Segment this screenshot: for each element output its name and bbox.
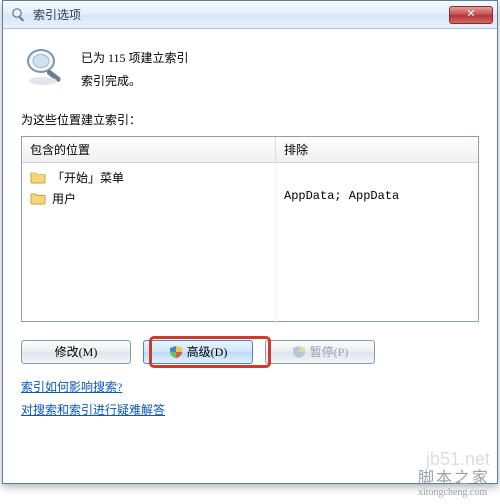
button-row: 修改(M) 高级(D) 暂停(P)	[21, 340, 479, 364]
close-button[interactable]: ✕	[449, 6, 493, 24]
link-how-indexing-affects-search[interactable]: 索引如何影响搜索?	[21, 378, 479, 395]
indexing-options-window: 索引选项 ✕ 已为 115 项建立索引 索引完成。 为这些位置建立索引： 包含的…	[2, 0, 498, 484]
uac-shield-icon	[169, 345, 183, 359]
magnifier-icon	[21, 43, 67, 89]
uac-shield-icon	[292, 345, 306, 359]
exclude-cell	[284, 167, 470, 189]
titlebar: 索引选项 ✕	[3, 1, 497, 29]
pause-button[interactable]: 暂停(P)	[265, 340, 375, 364]
window-body: 已为 115 项建立索引 索引完成。 为这些位置建立索引： 包含的位置 排除 「…	[3, 29, 497, 436]
list-header: 包含的位置 排除	[22, 137, 478, 163]
advanced-button[interactable]: 高级(D)	[143, 340, 253, 364]
column-header-included[interactable]: 包含的位置	[22, 137, 276, 162]
list-item-label: 「开始」菜单	[52, 169, 124, 186]
indexed-count-line: 已为 115 项建立索引	[81, 47, 189, 70]
close-icon: ✕	[466, 9, 475, 20]
link-troubleshoot-search[interactable]: 对搜索和索引进行疑难解答	[21, 401, 479, 418]
help-links: 索引如何影响搜索? 对搜索和索引进行疑难解答	[21, 378, 479, 418]
folder-icon	[30, 170, 46, 184]
exclude-cell: AppData; AppData	[284, 189, 470, 203]
search-options-icon	[11, 7, 27, 23]
column-header-exclude[interactable]: 排除	[276, 137, 478, 162]
indexing-complete-line: 索引完成。	[81, 70, 189, 93]
list-item[interactable]: 用户	[28, 188, 269, 209]
folder-icon	[30, 191, 46, 205]
locations-list: 包含的位置 排除 「开始」菜单 用户 AppData; AppData	[21, 136, 479, 322]
modify-button[interactable]: 修改(M)	[21, 340, 131, 364]
locations-prompt: 为这些位置建立索引：	[21, 111, 479, 128]
list-item-label: 用户	[52, 190, 76, 207]
status-text: 已为 115 项建立索引 索引完成。	[81, 43, 189, 93]
list-item[interactable]: 「开始」菜单	[28, 167, 269, 188]
status-area: 已为 115 项建立索引 索引完成。	[21, 43, 479, 93]
list-body: 「开始」菜单 用户 AppData; AppData	[22, 163, 478, 323]
window-title: 索引选项	[33, 6, 449, 23]
